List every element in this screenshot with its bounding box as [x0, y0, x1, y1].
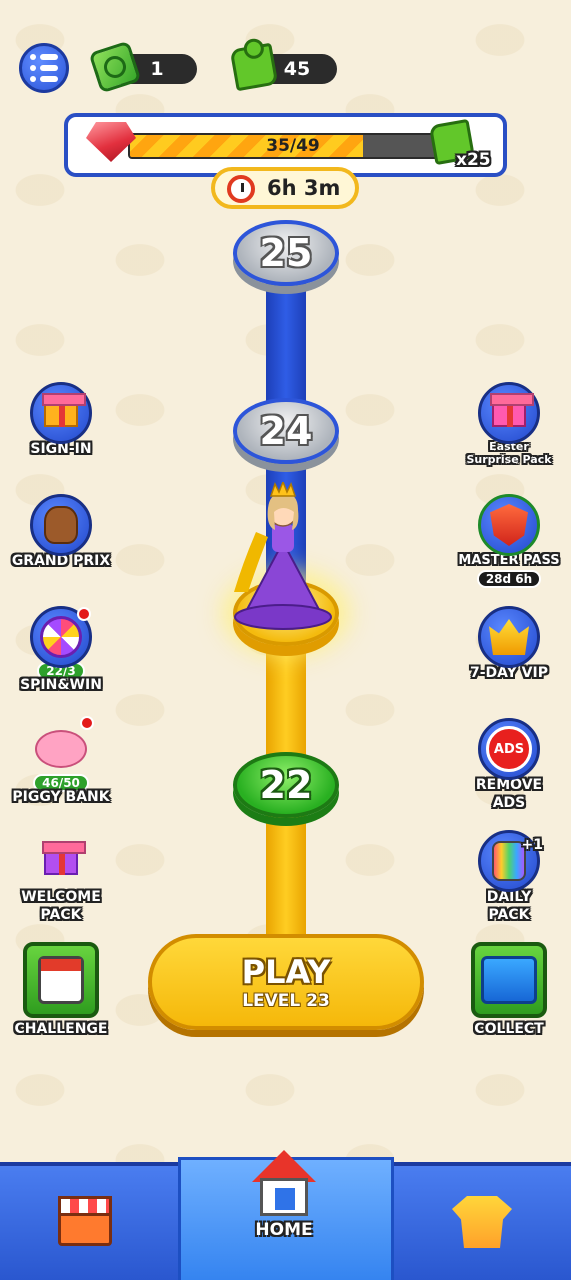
- puzzle-piece-icon: [229, 42, 279, 92]
- collect-icon: [471, 942, 547, 1018]
- reward-count: x25: [456, 150, 491, 170]
- easter-pack-icon: [478, 382, 540, 444]
- grand-prix-icon: [30, 494, 92, 556]
- nav-home-button[interactable]: HOME: [252, 1150, 316, 1240]
- nav-outfit-tab[interactable]: [452, 1196, 512, 1248]
- piggy-bank-icon: [30, 716, 94, 780]
- shield-icon: [490, 504, 528, 546]
- level-node-24[interactable]: 24: [233, 398, 339, 464]
- puzzle-count: 45: [283, 58, 311, 80]
- play-level-label: LEVEL 23: [242, 991, 330, 1011]
- gift-icon: [42, 393, 86, 427]
- progress-text: 35/49: [266, 136, 320, 156]
- level-node-22[interactable]: 22: [233, 752, 339, 818]
- clock-icon: [227, 175, 255, 203]
- sign-in-button[interactable]: SIGN-IN: [0, 382, 126, 458]
- challenge-icon: [23, 942, 99, 1018]
- level-node-25[interactable]: 25: [233, 220, 339, 286]
- spin-win-icon: [30, 606, 92, 668]
- level-number: 24: [259, 409, 313, 453]
- easter-surprise-pack-button[interactable]: Easter Surprise Pack: [444, 382, 571, 466]
- piggy-bank-button[interactable]: 46/50 PIGGY BANK: [0, 716, 126, 806]
- shirt-icon: [452, 1196, 512, 1248]
- crown-icon: [489, 619, 529, 655]
- master-pass-badge: 28d 6h: [476, 570, 542, 588]
- master-pass-button[interactable]: MASTER PASS 28d 6h: [444, 494, 571, 588]
- remove-ads-label: REMOVE ADS: [475, 777, 543, 811]
- welcome-pack-icon: [30, 830, 92, 892]
- notification-dot: [80, 716, 94, 730]
- daily-pack-label: DAILY PACK: [486, 889, 532, 923]
- remove-ads-icon: ADS: [478, 718, 540, 780]
- sign-in-icon: [30, 382, 92, 444]
- gift-icon: [490, 393, 534, 427]
- collect-label: COLLECT: [474, 1021, 544, 1037]
- spin-win-label: SPIN&WIN: [20, 677, 102, 693]
- master-pass-icon: [478, 494, 540, 556]
- wheel-icon: [40, 616, 82, 658]
- gift-icon: [42, 841, 86, 875]
- nav-shop-tab[interactable]: [58, 1196, 112, 1246]
- queen-character: [234, 482, 332, 630]
- home-icon: [252, 1150, 316, 1216]
- horse-icon: [44, 506, 78, 544]
- collect-button[interactable]: COLLECT: [444, 942, 571, 1038]
- play-label: PLAY: [241, 953, 331, 991]
- piggy-bank-label: PIGGY BANK: [12, 789, 110, 805]
- level-number: 25: [259, 231, 313, 275]
- welcome-pack-label: WELCOME PACK: [21, 889, 101, 923]
- grand-prix-button[interactable]: GRAND PRIX: [0, 494, 126, 570]
- challenge-button[interactable]: CHALLENGE: [0, 942, 126, 1038]
- level-number: 22: [259, 763, 313, 807]
- daily-pack-button[interactable]: +1 DAILY PACK: [444, 830, 571, 924]
- vip-icon: [478, 606, 540, 668]
- calendar-icon: [38, 956, 84, 1004]
- remove-ads-button[interactable]: ADS REMOVE ADS: [444, 718, 571, 812]
- spin-win-button[interactable]: 22/3 SPIN&WIN: [0, 606, 126, 694]
- shop-icon: [58, 1196, 112, 1246]
- ticket-count: 1: [150, 58, 164, 80]
- daily-pack-icon: +1: [478, 830, 543, 892]
- menu-button[interactable]: [19, 43, 69, 93]
- progress-bar: 35/49: [128, 133, 458, 159]
- challenge-label: CHALLENGE: [14, 1021, 108, 1037]
- event-timer: 6h 3m: [211, 167, 359, 209]
- notification-dot: [77, 607, 91, 621]
- play-button[interactable]: PLAY LEVEL 23: [148, 934, 424, 1030]
- timer-text: 6h 3m: [267, 176, 341, 200]
- ads-icon: ADS: [486, 726, 532, 772]
- welcome-pack-button[interactable]: WELCOME PACK: [0, 830, 126, 924]
- pig-icon: [35, 730, 87, 768]
- home-label: HOME: [255, 1220, 313, 1240]
- seven-day-vip-button[interactable]: 7-DAY VIP: [444, 606, 571, 682]
- daily-pack-plus: +1: [521, 837, 543, 853]
- chest-icon: [481, 956, 537, 1004]
